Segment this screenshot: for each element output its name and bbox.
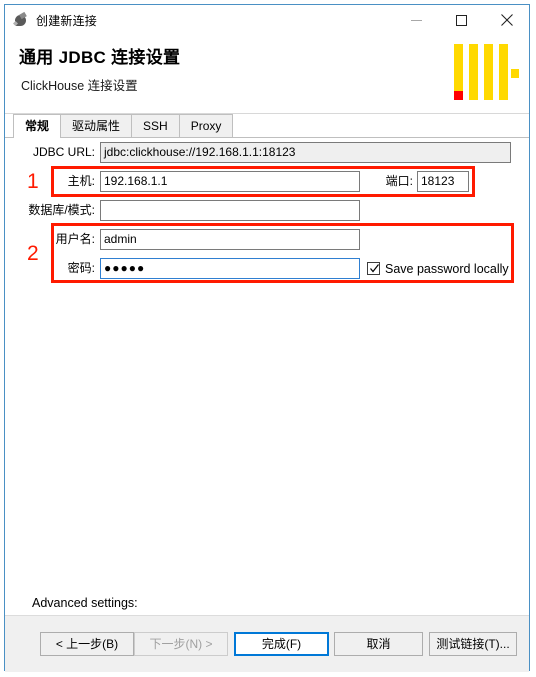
port-input[interactable]: 18123 [417, 171, 469, 192]
host-input[interactable]: 192.168.1.1 [100, 171, 360, 192]
advanced-settings-label: Advanced settings: [32, 596, 138, 610]
password-input[interactable]: ●●●●● [100, 258, 360, 279]
tab-ssh[interactable]: SSH [131, 114, 180, 138]
database-label: 数据库/模式: [28, 203, 95, 217]
page-subtitle: ClickHouse 连接设置 [21, 79, 138, 93]
annotation-number-2: 2 [27, 242, 39, 265]
checkbox-checked-icon [367, 262, 380, 275]
close-icon[interactable] [484, 5, 529, 35]
title-bar: 创建新连接 [5, 5, 529, 35]
annotation-number-1: 1 [27, 170, 39, 193]
save-password-checkbox[interactable]: Save password locally [367, 258, 509, 279]
back-button[interactable]: < 上一步(B) [40, 632, 134, 656]
window-controls [394, 5, 529, 35]
jdbc-url-label: JDBC URL: [32, 145, 95, 159]
plug-icon [13, 11, 29, 28]
cancel-button[interactable]: 取消 [334, 632, 423, 656]
jdbc-url-input[interactable]: jdbc:clickhouse://192.168.1.1:18123 [100, 142, 511, 163]
save-password-label: Save password locally [385, 261, 509, 276]
general-tab-panel: JDBC URL: jdbc:clickhouse://192.168.1.1:… [5, 138, 529, 615]
tab-driver-properties[interactable]: 驱动属性 [60, 114, 133, 138]
next-button: 下一步(N) > [134, 632, 228, 656]
username-input[interactable]: admin [100, 229, 360, 250]
maximize-icon[interactable] [439, 5, 484, 35]
minimize-icon[interactable] [394, 5, 439, 35]
clickhouse-logo [451, 44, 519, 100]
finish-button[interactable]: 完成(F) [234, 632, 329, 656]
port-label: 端口: [385, 174, 413, 188]
username-label: 用户名: [55, 232, 95, 246]
test-connection-button[interactable]: 测试链接(T)... [429, 632, 517, 656]
database-input[interactable] [100, 200, 360, 221]
create-connection-dialog: 创建新连接 通用 JDBC 连接设置 ClickHouse 连接设置 常规 驱动… [4, 4, 530, 672]
window-title: 创建新连接 [36, 13, 98, 28]
dialog-footer: < 上一步(B) 下一步(N) > 完成(F) 取消 测试链接(T)... [5, 615, 529, 672]
tab-general[interactable]: 常规 [13, 114, 62, 139]
password-label: 密码: [67, 261, 95, 275]
tab-proxy[interactable]: Proxy [178, 114, 234, 138]
host-label: 主机: [67, 174, 95, 188]
page-title: 通用 JDBC 连接设置 [19, 48, 181, 67]
tab-bar: 常规 驱动属性 SSH Proxy [5, 114, 529, 139]
dialog-header: 通用 JDBC 连接设置 ClickHouse 连接设置 [5, 35, 529, 114]
